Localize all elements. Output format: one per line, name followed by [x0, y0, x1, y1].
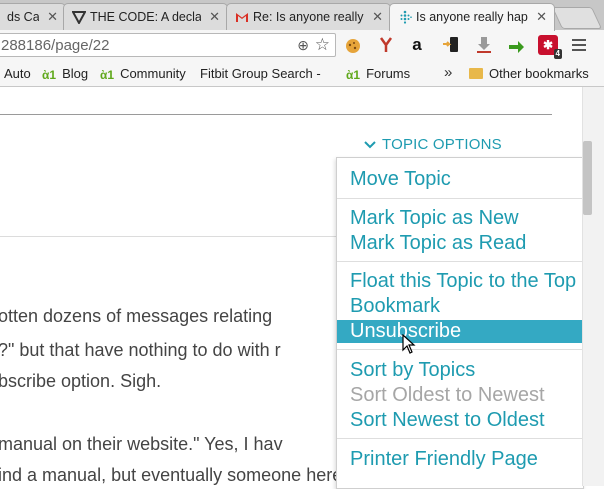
- mouse-cursor-icon: [402, 334, 416, 354]
- menu-item-sort-topics[interactable]: Sort by Topics: [337, 359, 583, 382]
- menu-item-float-topic[interactable]: Float this Topic to the Top: [337, 270, 583, 293]
- chrome-menu-icon[interactable]: [572, 39, 586, 54]
- page-scrollbar[interactable]: [582, 87, 604, 486]
- phone-sync-icon[interactable]: [441, 35, 461, 55]
- menu-item-bookmark[interactable]: Bookmark: [337, 295, 583, 318]
- menu-item-printer-friendly[interactable]: Printer Friendly Page: [337, 448, 583, 471]
- bookmark-blog[interactable]: ὰ1 Blog: [42, 66, 89, 82]
- menu-item-move-topic[interactable]: Move Topic: [337, 168, 583, 191]
- post-text-line: manual on their website." Yes, I hav: [0, 434, 283, 454]
- zoom-icon[interactable]: ⊕: [297, 37, 309, 54]
- menu-separator: [337, 198, 583, 199]
- divider: [0, 114, 552, 115]
- topic-options-label: TOPIC OPTIONS: [382, 136, 502, 153]
- tab-1[interactable]: ds Can ✕: [0, 3, 66, 30]
- bookmark-label: Fitbit Group Search -: [200, 66, 321, 81]
- tab-title: Is anyone really hap: [416, 10, 528, 24]
- lastpass-badge: 4: [553, 49, 562, 59]
- tab-2[interactable]: THE CODE: A declas ✕: [63, 3, 228, 30]
- menu-item-sort-oldest: Sort Oldest to Newest: [350, 384, 545, 406]
- lastpass-icon[interactable]: ✱ 4: [538, 35, 562, 59]
- menu-separator: [337, 261, 583, 262]
- close-icon[interactable]: ✕: [372, 9, 383, 25]
- topic-options-menu: Move Topic Mark Topic as New Mark Topic …: [336, 157, 584, 489]
- close-icon[interactable]: ✕: [47, 9, 58, 25]
- close-icon[interactable]: ✕: [536, 9, 547, 25]
- cookie-extension-icon[interactable]: [343, 35, 363, 55]
- bookmark-label: Auto: [4, 66, 31, 81]
- tab-4-active[interactable]: Is anyone really hap ✕: [389, 3, 555, 31]
- bookmark-label: Blog: [62, 66, 89, 81]
- tab-title: Re: Is anyone really: [253, 10, 364, 24]
- post-text-line: ?" but that have nothing to do with r: [0, 340, 281, 360]
- menu-item-sort-newest[interactable]: Sort Newest to Oldest: [337, 409, 583, 432]
- tab-title: THE CODE: A declas: [90, 10, 201, 24]
- download-icon[interactable]: [474, 35, 494, 55]
- topic-options-button[interactable]: TOPIC OPTIONS: [364, 136, 502, 153]
- bookmark-forums[interactable]: ὰ1 Forums: [346, 66, 411, 82]
- new-tab-button[interactable]: [551, 7, 603, 29]
- v-logo-icon: [71, 10, 87, 26]
- menu-separator: [337, 349, 583, 350]
- bookmark-label: Forums: [366, 66, 411, 81]
- tab-title: ds Can: [7, 10, 39, 24]
- more-bookmarks-chevron[interactable]: »: [444, 64, 452, 81]
- tab-3[interactable]: Re: Is anyone really ✕: [226, 3, 391, 30]
- bookmark-label: Community: [120, 66, 186, 81]
- bookmark-fitbit-group-search[interactable]: Fitbit Group Search -: [200, 66, 321, 166]
- bookmark-other[interactable]: Other bookmarks: [469, 66, 589, 81]
- url-text: 288186/page/22: [1, 37, 110, 54]
- fitbit-leaf-icon: ὰ1: [42, 68, 57, 82]
- bookmark-auto[interactable]: Auto: [4, 66, 31, 81]
- fitbit-leaf-icon: ὰ1: [100, 68, 115, 82]
- amazon-icon[interactable]: a: [407, 35, 427, 55]
- close-icon[interactable]: ✕: [209, 9, 220, 25]
- bookmark-community[interactable]: ὰ1 Community: [100, 66, 186, 82]
- gmail-icon: [235, 10, 249, 24]
- post-text-line: otten dozens of messages relating: [0, 306, 273, 326]
- forward-arrow-icon[interactable]: [506, 35, 526, 55]
- menu-item-mark-new[interactable]: Mark Topic as New: [337, 207, 583, 230]
- bookmark-star-icon[interactable]: ☆: [315, 35, 330, 55]
- menu-item-unsubscribe[interactable]: Unsubscribe: [337, 320, 583, 343]
- browser-toolbar: 288186/page/22 ⊕ ☆ a ✱ 4: [0, 30, 604, 61]
- fitbit-icon: [398, 10, 412, 24]
- chevron-down-icon: [364, 136, 376, 153]
- branch-extension-icon[interactable]: [376, 35, 396, 55]
- post-text-line: bscribe option. Sigh.: [0, 371, 162, 391]
- divider: [0, 236, 340, 237]
- menu-item-mark-read[interactable]: Mark Topic as Read: [337, 232, 583, 255]
- bookmarks-bar: Auto ὰ1 Blog ὰ1 Community Fitbit Group Sea…: [0, 61, 604, 166]
- scrollbar-thumb[interactable]: [583, 141, 592, 215]
- menu-separator: [337, 438, 583, 439]
- fitbit-leaf-icon: ὰ1: [346, 68, 361, 82]
- tab-strip: ds Can ✕ THE CODE: A declas ✕ Re: Is any…: [0, 0, 604, 31]
- address-bar[interactable]: 288186/page/22 ⊕ ☆: [0, 33, 336, 57]
- bookmark-label: Other bookmarks: [489, 66, 589, 81]
- folder-icon: [469, 68, 483, 79]
